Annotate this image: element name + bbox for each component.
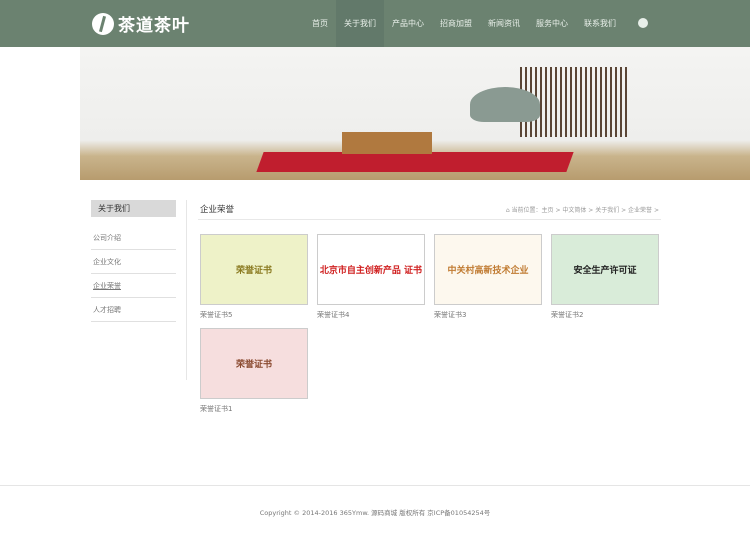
breadcrumb: ⌂ 当前位置：主页 > 中文简体 > 关于我们 > 企业荣誉 >: [505, 207, 659, 214]
honor-grid: 荣誉证书 荣誉证书5 北京市自主创新产品 证书 荣誉证书4 中关村高新技术企业 荣誉证书3…: [200, 234, 670, 422]
logo-icon: [92, 12, 114, 35]
table-runner: [256, 152, 574, 172]
breadcrumb-text: 当前位置：主页 > 中文简体 > 关于我们 > 企业荣誉 >: [511, 207, 659, 214]
honor-card[interactable]: 荣誉证书荣誉证书5: [200, 234, 308, 322]
page-title: 企业荣誉: [200, 205, 235, 215]
nav-about[interactable]: 关于我们: [336, 0, 384, 47]
nav-products[interactable]: 产品中心: [384, 0, 432, 47]
honor-card[interactable]: 安全生产许可证荣誉证书2: [551, 234, 659, 322]
certificate-image[interactable]: 荣誉证书: [200, 328, 308, 399]
nav-news[interactable]: 新闻资讯: [480, 0, 528, 47]
divider: [0, 485, 750, 486]
sidebar-item-culture[interactable]: 企业文化: [91, 251, 176, 274]
sidebar-item-company[interactable]: 公司介绍: [91, 227, 176, 250]
divider: [186, 200, 187, 380]
tea-set: [342, 132, 432, 154]
sidebar-title: 关于我们: [91, 200, 176, 217]
certificate-caption[interactable]: 荣誉证书4: [317, 310, 425, 322]
sidebar: 关于我们 公司介绍 企业文化 企业荣誉 人才招聘: [91, 200, 176, 322]
certificate-caption[interactable]: 荣誉证书2: [551, 310, 659, 322]
globe-icon[interactable]: [638, 18, 648, 28]
nav-franchise[interactable]: 招商加盟: [432, 0, 480, 47]
logo-text: 茶道茶叶: [118, 16, 190, 36]
certificate-caption[interactable]: 荣誉证书3: [434, 310, 542, 322]
certificate-caption[interactable]: 荣誉证书5: [200, 310, 308, 322]
footer-copyright: Copyright © 2014-2016 365Ymw. 源码商城 版权所有 …: [259, 509, 491, 517]
certificate-image[interactable]: 北京市自主创新产品 证书: [317, 234, 425, 305]
certificate-caption[interactable]: 荣誉证书1: [200, 404, 308, 416]
certificate-image[interactable]: 荣誉证书: [200, 234, 308, 305]
tea-tray-decoration: [470, 87, 540, 122]
nav-home[interactable]: 首页: [304, 0, 336, 47]
nav-service[interactable]: 服务中心: [528, 0, 576, 47]
certificate-image[interactable]: 中关村高新技术企业: [434, 234, 542, 305]
main-nav: 首页 关于我们 产品中心 招商加盟 新闻资讯 服务中心 联系我们: [304, 0, 648, 47]
honor-card[interactable]: 中关村高新技术企业荣誉证书3: [434, 234, 542, 322]
sidebar-item-careers[interactable]: 人才招聘: [91, 299, 176, 322]
sidebar-item-honors[interactable]: 企业荣誉: [91, 275, 176, 298]
divider: [198, 219, 661, 220]
logo[interactable]: 茶道茶叶: [92, 11, 190, 36]
banner-image: [80, 47, 750, 180]
nav-contact[interactable]: 联系我们: [576, 0, 624, 47]
header: 茶道茶叶 首页 关于我们 产品中心 招商加盟 新闻资讯 服务中心 联系我们: [0, 0, 750, 47]
honor-card[interactable]: 荣誉证书荣誉证书1: [200, 328, 308, 416]
certificate-image[interactable]: 安全生产许可证: [551, 234, 659, 305]
honor-card[interactable]: 北京市自主创新产品 证书荣誉证书4: [317, 234, 425, 322]
